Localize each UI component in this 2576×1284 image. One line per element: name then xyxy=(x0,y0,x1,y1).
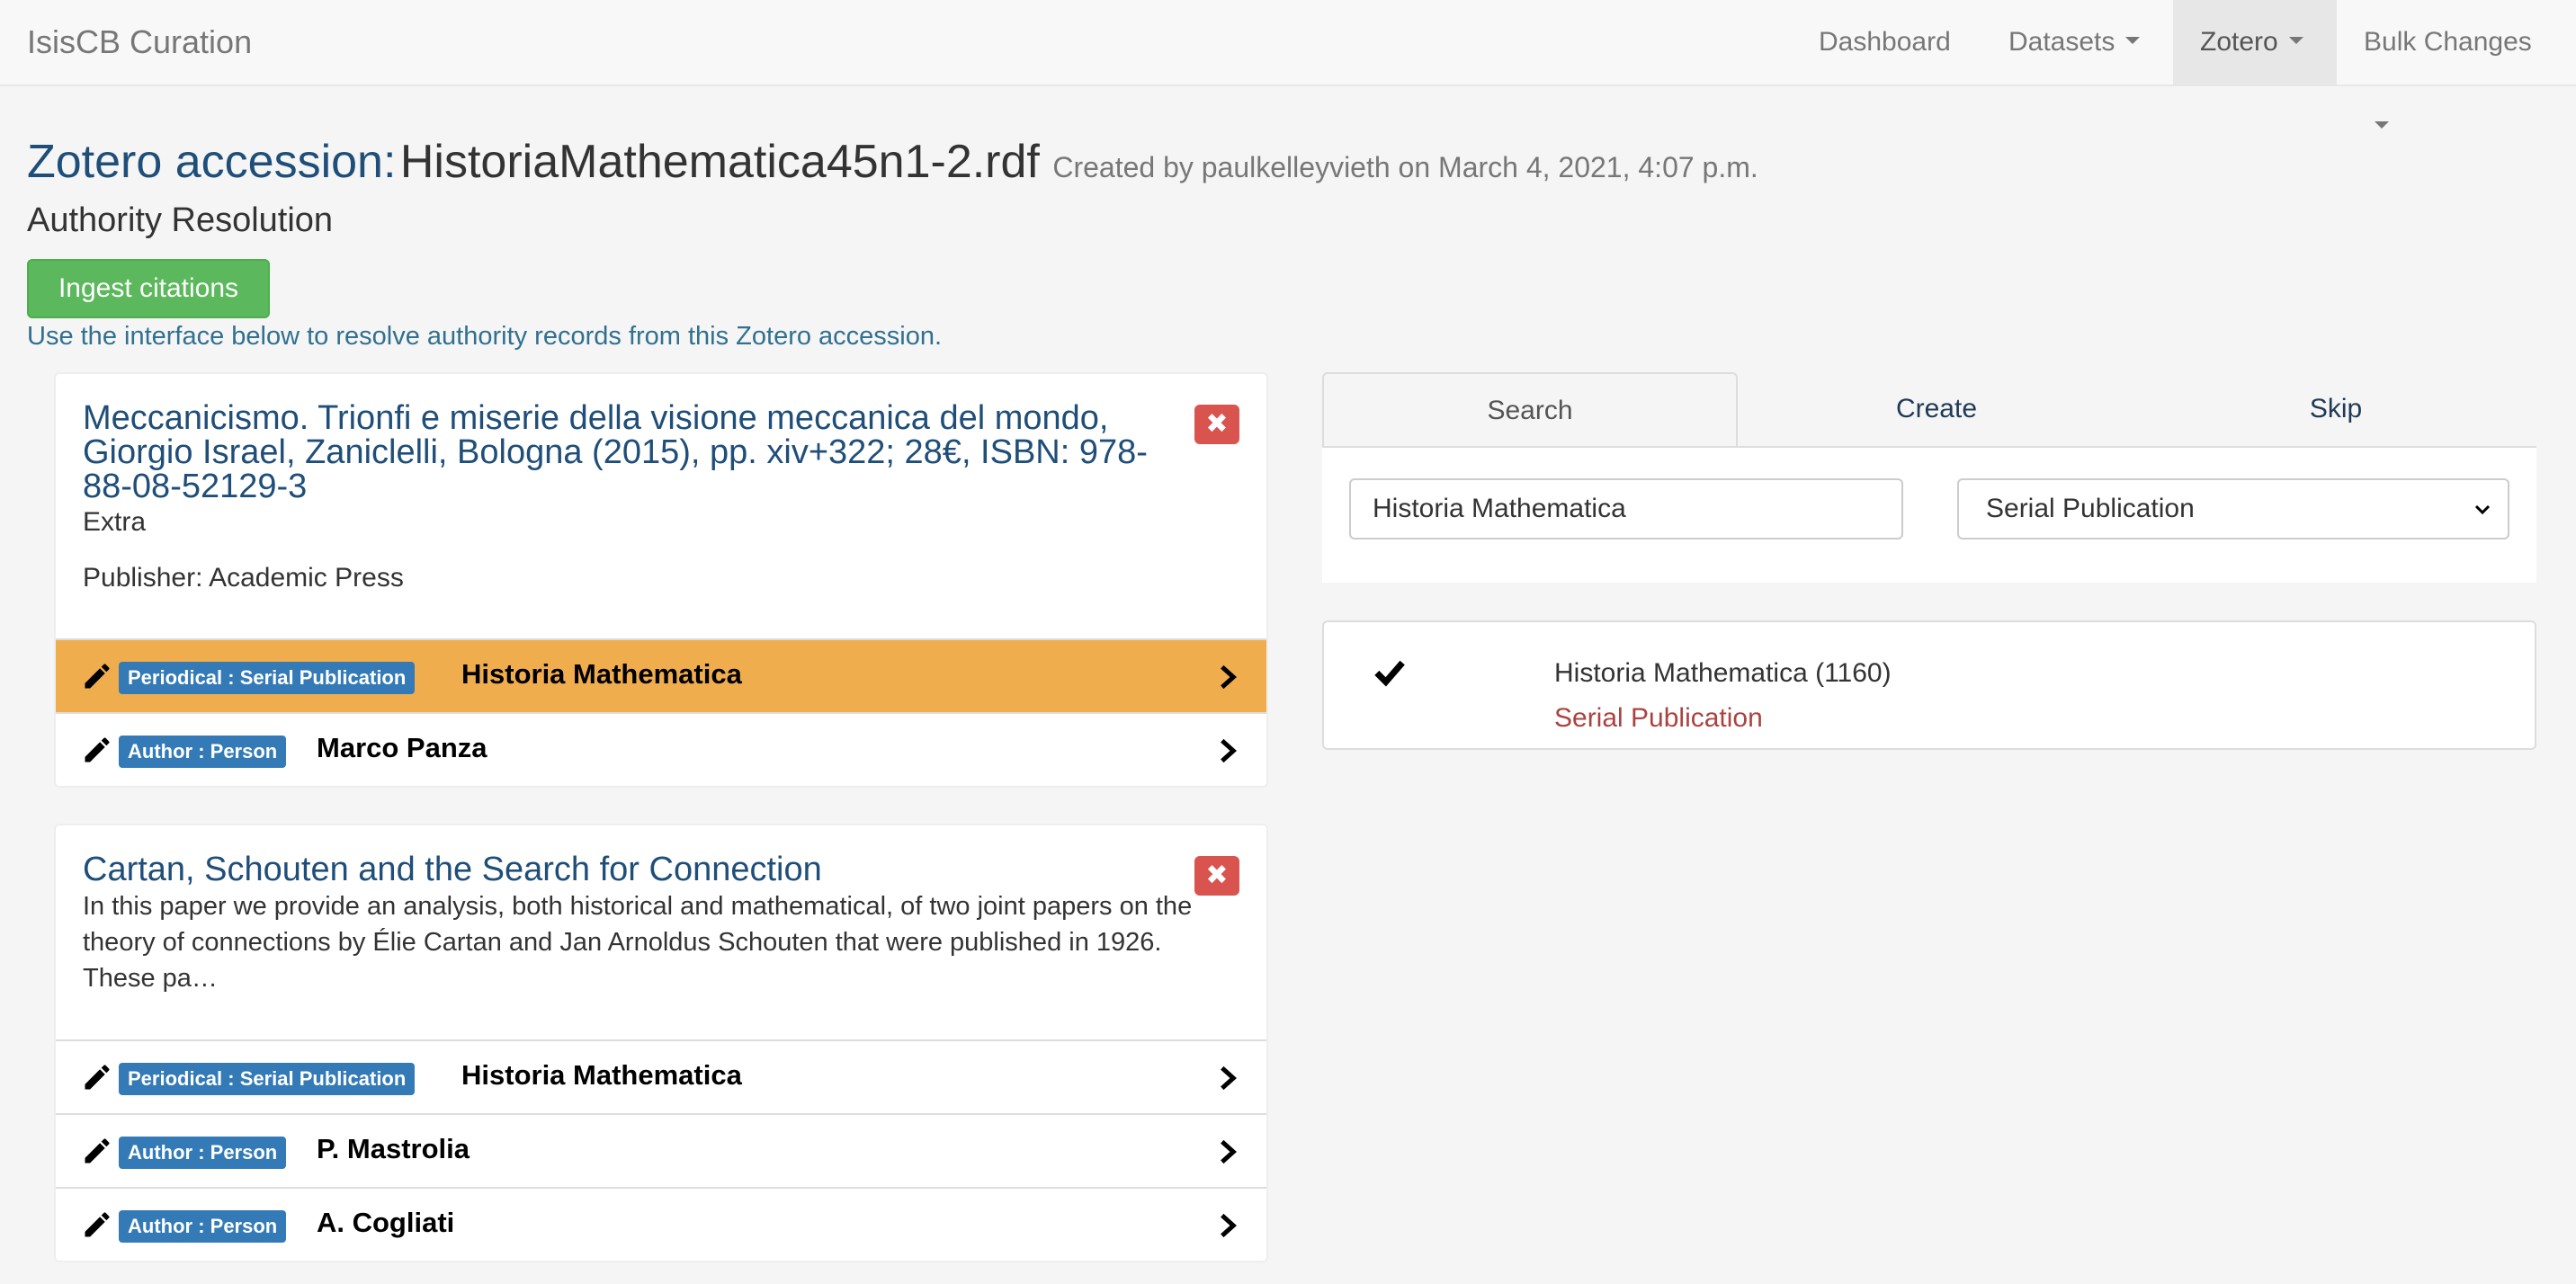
caret-down-icon xyxy=(2125,37,2141,45)
tab-skip[interactable]: Skip xyxy=(2135,372,2536,446)
chevron-right-icon xyxy=(1221,1213,1237,1238)
authority-type-selected: Serial Publication xyxy=(1986,494,2195,523)
tab-search[interactable]: Search xyxy=(1322,372,1738,446)
chevron-right-icon xyxy=(1221,1139,1237,1164)
authority-row[interactable]: Author : Person A. Cogliati xyxy=(56,1187,1266,1261)
nav-bulk-changes-label: Bulk Changes xyxy=(2364,27,2532,57)
nav-datasets-label: Datasets xyxy=(2008,27,2115,57)
pencil-icon xyxy=(85,1212,110,1237)
nav-bulk-changes[interactable]: Bulk Changes xyxy=(2337,0,2576,129)
nav-zotero-label: Zotero xyxy=(2200,27,2278,57)
chevron-right-icon xyxy=(1221,738,1237,763)
authority-row[interactable]: Author : Person P. Mastrolia xyxy=(56,1113,1266,1187)
pencil-icon xyxy=(85,737,110,762)
page-title: Zotero accession: HistoriaMathematica45n… xyxy=(27,135,1758,189)
authority-name: A. Cogliati xyxy=(317,1207,455,1238)
ingest-citations-button[interactable]: Ingest citations xyxy=(27,259,270,318)
result-type: Serial Publication xyxy=(1554,703,1763,733)
nav-dashboard-label: Dashboard xyxy=(1819,27,1951,57)
page-title-label: Zotero accession: xyxy=(27,136,397,188)
remove-icon: ✖ xyxy=(1205,860,1229,890)
resolver-tabs: Search Create Skip Historia Mathematica … xyxy=(1322,372,2536,583)
created-by-text: Created by paulkelleyvieth on March 4, 2… xyxy=(1052,151,1758,183)
caret-down-icon xyxy=(2288,37,2303,45)
authority-row[interactable]: Author : Person Marco Panza xyxy=(56,712,1266,786)
citation-publisher: Publisher: Academic Press xyxy=(83,563,404,593)
authority-row[interactable]: Periodical : Serial Publication Historia… xyxy=(56,638,1266,712)
chevron-right-icon xyxy=(1221,664,1237,690)
remove-citation-button[interactable]: ✖ xyxy=(1194,856,1239,896)
caret-down-icon xyxy=(2375,121,2389,129)
remove-citation-button[interactable]: ✖ xyxy=(1194,405,1239,444)
search-input[interactable]: Historia Mathematica xyxy=(1349,478,1903,539)
brand-link[interactable]: IsisCB Curation xyxy=(27,0,252,85)
pencil-icon xyxy=(85,1065,110,1090)
checkmark-icon xyxy=(1374,660,1405,687)
search-result[interactable]: Historia Mathematica (1160) Serial Publi… xyxy=(1322,620,2536,750)
authority-type-badge: Author : Person xyxy=(119,1210,287,1243)
citation-extra: Extra xyxy=(83,507,147,537)
nav-dashboard[interactable]: Dashboard xyxy=(1792,0,1978,85)
authority-type-select[interactable]: Serial Publication xyxy=(1957,478,2509,539)
remove-icon: ✖ xyxy=(1205,409,1229,439)
help-text: Use the interface below to resolve autho… xyxy=(27,322,943,351)
authority-type-badge: Author : Person xyxy=(119,736,287,768)
authority-type-badge: Author : Person xyxy=(119,1137,287,1169)
citation-title: Cartan, Schouten and the Search for Conn… xyxy=(83,851,822,888)
chevron-down-icon xyxy=(2474,504,2491,515)
authority-name: Marco Panza xyxy=(317,732,487,763)
authority-row[interactable]: Periodical : Serial Publication Historia… xyxy=(56,1039,1266,1113)
authority-type-badge: Periodical : Serial Publication xyxy=(119,1063,416,1095)
citation-body: Meccanicismo. Trionfi e miserie della vi… xyxy=(56,374,1266,620)
authority-name: P. Mastrolia xyxy=(317,1133,470,1164)
tab-create[interactable]: Create xyxy=(1738,372,2135,446)
page-subtitle: Authority Resolution xyxy=(27,201,334,239)
nav-zotero[interactable]: Zotero xyxy=(2173,0,2337,85)
citation-body: Cartan, Schouten and the Search for Conn… xyxy=(56,825,1266,1023)
authority-name: Historia Mathematica xyxy=(461,658,742,690)
nav-datasets[interactable]: Datasets xyxy=(1981,0,2167,85)
search-tab-content: Historia Mathematica Serial Publication xyxy=(1322,446,2536,583)
top-navbar: IsisCB Curation Dashboard Datasets Zoter… xyxy=(0,0,2576,129)
accession-filename: HistoriaMathematica45n1-2.rdf xyxy=(399,136,1040,188)
citation-title: Meccanicismo. Trionfi e miserie della vi… xyxy=(83,399,1148,505)
citation-panel: Meccanicismo. Trionfi e miserie della vi… xyxy=(54,372,1268,788)
citation-abstract: In this paper we provide an analysis, bo… xyxy=(83,892,1193,993)
pencil-icon xyxy=(85,664,110,689)
pencil-icon xyxy=(85,1138,110,1164)
citation-panel: Cartan, Schouten and the Search for Conn… xyxy=(54,824,1268,1262)
authority-name: Historia Mathematica xyxy=(461,1059,742,1091)
result-name: Historia Mathematica (1160) xyxy=(1554,658,1892,688)
chevron-right-icon xyxy=(1221,1066,1237,1091)
authority-type-badge: Periodical : Serial Publication xyxy=(119,662,416,694)
